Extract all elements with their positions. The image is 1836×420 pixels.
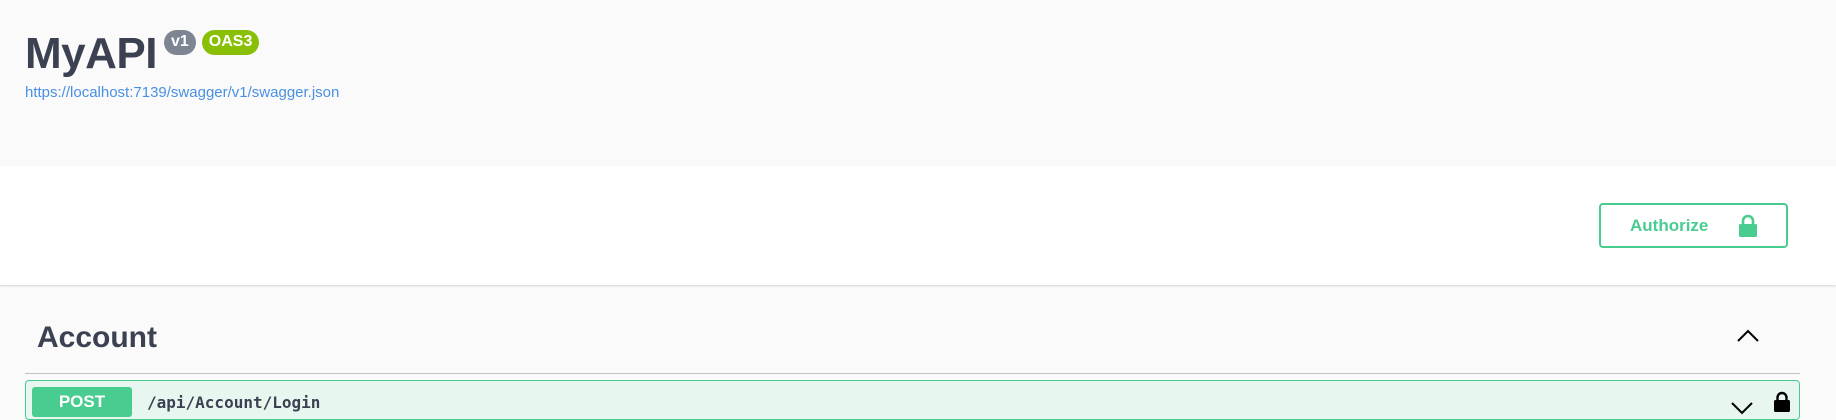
authorize-button[interactable]: Authorize <box>1599 203 1788 248</box>
oas-badge: OAS3 <box>201 30 260 55</box>
operation-path: /api/Account/Login <box>147 393 321 412</box>
scheme-container: Authorize <box>0 166 1836 285</box>
tag-section-account: Account POST /api/Account/Login <box>25 285 1800 420</box>
spec-url-link[interactable]: https://localhost:7139/swagger/v1/swagge… <box>25 84 339 101</box>
authorize-label: Authorize <box>1630 215 1709 235</box>
lock-icon[interactable] <box>1773 391 1791 418</box>
version-badge: v1 <box>163 30 196 55</box>
chevron-up-icon[interactable] <box>1736 329 1760 348</box>
tag-name: Account <box>37 321 157 354</box>
lock-icon <box>1738 214 1758 238</box>
tag-header[interactable]: Account <box>25 285 1800 374</box>
operation-post-login[interactable]: POST /api/Account/Login <box>25 380 1800 420</box>
api-title: MyAPI <box>25 29 157 78</box>
title-row: MyAPI v1 OAS3 <box>25 26 260 82</box>
method-badge: POST <box>32 387 132 417</box>
chevron-down-icon[interactable] <box>1730 401 1754 420</box>
info-header: MyAPI v1 OAS3 https://localhost:7139/swa… <box>0 0 1836 166</box>
